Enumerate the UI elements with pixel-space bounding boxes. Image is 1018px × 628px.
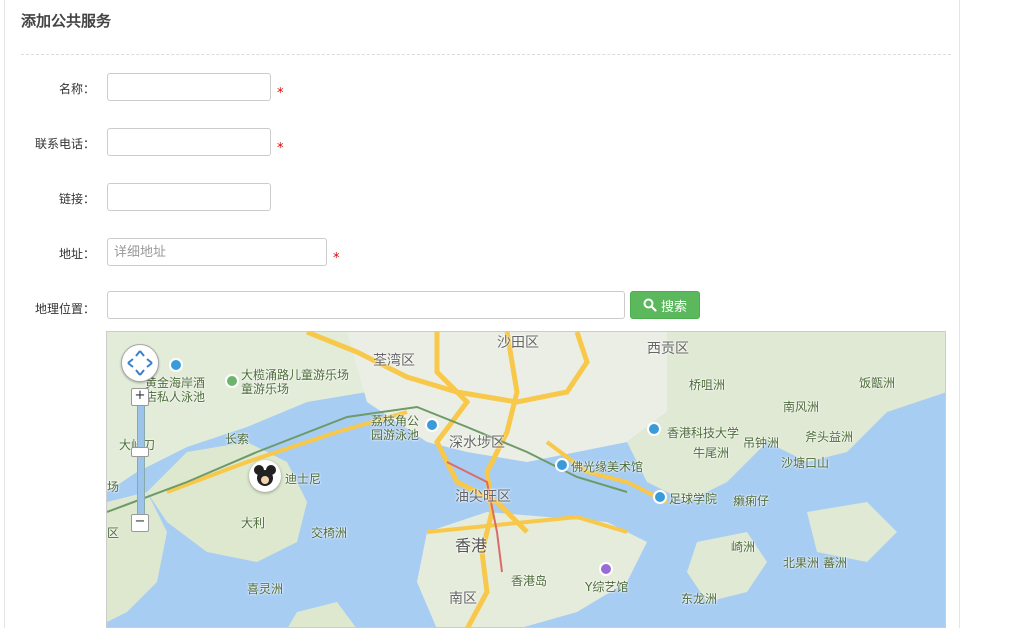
map-label-yau-tsim-mong: 油尖旺区 (455, 489, 511, 505)
map-label-ust: 香港科技大学 (667, 426, 740, 440)
geo-search-input[interactable] (107, 291, 625, 319)
map-label-tung-lung: 东龙洲 (681, 592, 718, 606)
poi-variety-icon[interactable] (599, 562, 613, 576)
poi-football-icon[interactable] (653, 490, 667, 504)
map-label-fo-guang: 佛光缘美术馆 (571, 460, 644, 474)
map-label-hei-ling: 喜灵洲 (247, 582, 284, 596)
map-label-y-variety: Y综艺馆 (585, 580, 629, 594)
address-label: 地址： (58, 247, 95, 261)
phone-label: 联系电话： (34, 137, 95, 151)
map-label-fu-tau: 斧头益洲 (805, 430, 854, 444)
page-title: 添加公共服务 (21, 12, 112, 30)
map-view[interactable]: 沙田区 荃湾区 西贡区 大榄涌路儿童游乐场 童游乐场 黄金海岸酒 店私人泳池 荔… (106, 331, 946, 628)
map-label-kei: 崎洲 (731, 540, 756, 554)
map-label-hong-kong: 香港 (455, 536, 488, 555)
poi-playground-icon[interactable] (225, 374, 239, 388)
map-label-kiu-tsui: 桥咀洲 (689, 378, 726, 392)
map-label-lai-ngam: 癞痢仔 (733, 494, 770, 508)
name-input[interactable] (107, 73, 271, 101)
poi-pool-icon[interactable] (169, 358, 183, 372)
map-label-hk-island: 香港岛 (511, 574, 548, 588)
name-required-mark: * (277, 86, 284, 101)
title-divider (21, 54, 951, 55)
map-label-shatin: 沙田区 (497, 335, 539, 351)
map-label-disney: 迪士尼 (285, 472, 322, 486)
map-label-sai-kung: 西贡区 (647, 341, 689, 357)
map-label-lai-chi-kok-2: 园游泳池 (371, 428, 420, 442)
map-label-tin-ma: 区 (107, 526, 120, 540)
zoom-slider-handle[interactable] (131, 447, 149, 457)
geo-label: 地理位置： (34, 302, 95, 316)
map-label-tai-lei: 大利 (241, 516, 266, 530)
disney-marker-icon[interactable] (249, 460, 281, 492)
map-label-pak-kwo: 北果洲 (783, 556, 820, 570)
poi-museum-icon[interactable] (555, 458, 569, 472)
map-label-gold-coast-2: 店私人泳池 (145, 390, 206, 404)
map-label-yard: 场 (107, 480, 120, 494)
map-label-ship: 蕃洲 (823, 556, 848, 570)
map-label-southern: 南区 (449, 591, 477, 607)
map-label-kau-chau: 交椅洲 (311, 526, 348, 540)
map-label-football: 足球学院 (669, 492, 718, 506)
map-label-cheung-so: 长索 (225, 432, 250, 446)
map-label-sham-shui-po: 深水埗区 (449, 435, 505, 451)
map-label-fan-kaw: 饭甑洲 (859, 376, 896, 390)
zoom-in-button[interactable]: + (131, 388, 149, 406)
link-input[interactable] (107, 183, 271, 211)
search-icon (643, 298, 657, 312)
map-label-tsuen-wan: 荃湾区 (373, 353, 415, 369)
search-button[interactable]: 搜索 (630, 291, 700, 319)
name-label: 名称： (58, 82, 95, 96)
poi-lai-chi-kok-pool-icon[interactable] (425, 418, 439, 432)
map-pan-control[interactable] (121, 344, 159, 382)
link-label: 链接： (58, 192, 95, 206)
phone-required-mark: * (277, 141, 284, 156)
map-label-ngau-mei: 牛尾洲 (693, 446, 730, 460)
map-label-sha-tong: 沙塘口山 (781, 456, 830, 470)
map-label-nam-fung: 南风洲 (783, 400, 820, 414)
pan-arrows-icon (127, 350, 153, 376)
map-label-tiu-chung: 吊钟洲 (743, 436, 780, 450)
zoom-slider-track[interactable] (137, 390, 145, 527)
address-input[interactable] (107, 238, 327, 266)
poi-university-icon[interactable] (647, 422, 661, 436)
phone-input[interactable] (107, 128, 271, 156)
map-label-kingsmen-2: 童游乐场 (241, 382, 290, 396)
search-button-label: 搜索 (660, 299, 687, 315)
address-required-mark: * (333, 251, 340, 266)
zoom-out-button[interactable]: − (131, 514, 149, 532)
